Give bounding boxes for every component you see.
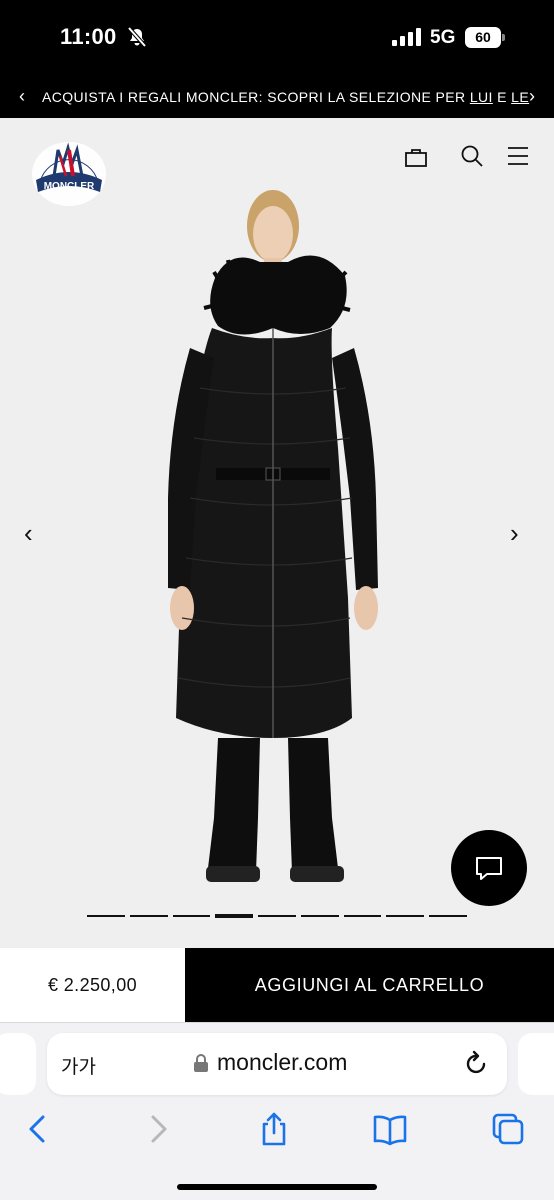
share-icon[interactable]	[256, 1111, 292, 1147]
promo-next-button[interactable]: ›	[522, 86, 542, 107]
forward-icon[interactable]	[140, 1111, 176, 1147]
home-indicator	[177, 1184, 377, 1190]
status-time: 11:00	[60, 24, 117, 49]
promo-link-him[interactable]: LUI	[470, 89, 493, 105]
gallery-dot[interactable]	[343, 915, 382, 917]
bookmarks-icon[interactable]	[372, 1111, 408, 1147]
add-to-cart-button[interactable]: AGGIUNGI AL CARRELLO	[185, 948, 554, 1022]
shopping-bag-icon[interactable]	[403, 144, 429, 170]
text-size-button[interactable]: 가가	[61, 1052, 96, 1079]
browser-toolbar: 가가 moncler.com	[0, 1022, 554, 1200]
promo-text: ACQUISTA I REGALI MONCLER: SCOPRI LA SEL…	[42, 89, 470, 105]
battery-level: 60	[465, 27, 501, 48]
bell-slash-icon	[127, 26, 147, 48]
battery-tip	[502, 34, 505, 41]
gallery-dot[interactable]	[172, 915, 211, 917]
gallery-dot[interactable]	[129, 915, 168, 917]
buy-bar: € 2.250,00 AGGIUNGI AL CARRELLO	[0, 948, 554, 1022]
gallery-next-button[interactable]: ›	[510, 518, 519, 549]
next-tab-peek[interactable]	[518, 1033, 554, 1095]
reload-icon[interactable]	[465, 1050, 489, 1076]
product-price: € 2.250,00	[47, 975, 138, 995]
gallery-prev-button[interactable]: ‹	[24, 518, 33, 549]
gallery-pagination	[87, 914, 468, 918]
promo-banner: ‹ ACQUISTA I REGALI MONCLER: SCOPRI LA S…	[0, 78, 554, 118]
previous-tab-peek[interactable]	[0, 1033, 36, 1095]
search-icon[interactable]	[459, 143, 485, 169]
back-icon[interactable]	[20, 1111, 56, 1147]
lock-icon	[194, 1054, 208, 1072]
gallery-dot-active[interactable]	[215, 914, 254, 918]
status-bar: 11:00 5G 60	[0, 0, 554, 78]
network-label: 5G	[430, 27, 456, 48]
gallery-dot[interactable]	[87, 915, 125, 917]
menu-icon[interactable]	[505, 143, 531, 169]
chat-button[interactable]	[451, 830, 527, 906]
url-text[interactable]: moncler.com	[217, 1049, 347, 1076]
chat-bubble-icon	[476, 857, 502, 880]
promo-conjunction: E	[492, 89, 512, 105]
product-gallery: MONCLER ‹ ›	[0, 118, 554, 948]
browser-nav-row	[0, 1107, 554, 1151]
battery-indicator: 60	[465, 27, 505, 48]
signal-icon	[392, 28, 421, 46]
product-image[interactable]	[160, 178, 390, 888]
promo-message: ACQUISTA I REGALI MONCLER: SCOPRI LA SEL…	[42, 89, 529, 105]
moncler-logo[interactable]: MONCLER	[30, 136, 108, 208]
gallery-dot[interactable]	[386, 915, 425, 917]
gallery-dot[interactable]	[258, 915, 296, 917]
gallery-dot[interactable]	[429, 915, 468, 917]
gallery-dot[interactable]	[300, 915, 339, 917]
tabs-icon[interactable]	[490, 1111, 526, 1147]
promo-prev-button[interactable]: ‹	[12, 86, 32, 107]
address-bar[interactable]: 가가 moncler.com	[47, 1033, 507, 1095]
svg-text:MONCLER: MONCLER	[44, 181, 95, 192]
